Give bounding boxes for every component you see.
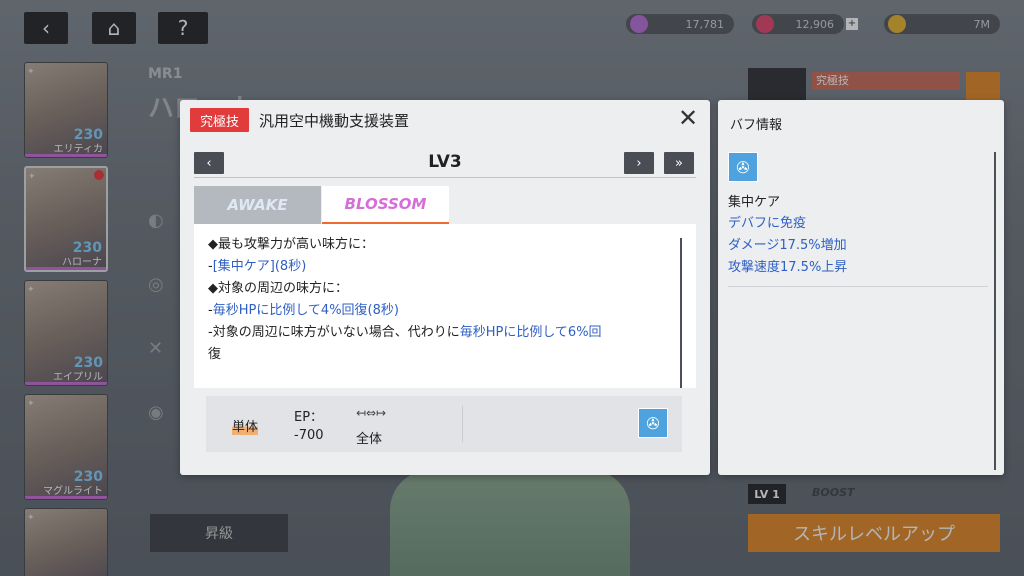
divider (728, 286, 988, 287)
buff-scrollbar[interactable] (994, 152, 996, 470)
tab-awake[interactable]: AWAKE (194, 186, 321, 224)
desc-line: -毎秒HPに比例して4%回復(8秒) (208, 303, 399, 318)
target-label: 単体 (232, 420, 259, 435)
tab-bar: AWAKE BLOSSOM (194, 186, 696, 224)
buff-effects: デバフに免疫 ダメージ17.5%増加 攻撃速度17.5%上昇 (728, 213, 847, 279)
level-title: LV3 (428, 152, 462, 172)
next-level-button[interactable]: › (624, 152, 654, 174)
desc-line: -対象の周辺に味方がいない場合、代わりに毎秒HPに比例して6%回 (208, 325, 602, 340)
skill-info-row: 単体 EP： -700 ↤⇔↦ 全体 ✇ (206, 396, 682, 452)
close-icon[interactable]: ✕ (676, 106, 700, 131)
buff-link[interactable]: [集中ケア](8秒) (213, 259, 307, 274)
skill-name: 汎用空中機動支援装置 (259, 111, 410, 130)
level-nav: ‹ LV3 › » (194, 152, 696, 178)
skill-description: ◆最も攻撃力が高い味方に： -[集中ケア](8秒) ◆対象の周辺の味方に： -毎… (194, 224, 696, 388)
buff-effect: デバフに免疫 (728, 216, 807, 231)
dialog-header: 究極技 汎用空中機動支援装置 ✕ (180, 100, 710, 140)
desc-line: ◆対象の周辺の味方に： (208, 281, 348, 296)
desc-line: ◆最も攻撃力が高い味方に： (208, 237, 374, 252)
fan-buff-icon: ✇ (728, 152, 758, 182)
buff-effect: 攻撃速度17.5%上昇 (728, 260, 848, 275)
desc-line: 復 (208, 347, 222, 362)
buff-effect: ダメージ17.5%増加 (728, 238, 847, 253)
buff-panel-title: バフ情報 (730, 118, 783, 133)
ep-label: EP： (294, 410, 324, 425)
buff-info-panel: バフ情報 ✇ 集中ケア デバフに免疫 ダメージ17.5%増加 攻撃速度17.5%… (718, 100, 1004, 475)
buff-name: 集中ケア (728, 195, 781, 210)
range-icon: ↤⇔↦ (356, 406, 387, 420)
divider (462, 406, 463, 442)
description-scrollbar[interactable] (680, 238, 682, 388)
tab-blossom[interactable]: BLOSSOM (322, 186, 449, 224)
max-level-button[interactable]: » (664, 152, 694, 174)
range-value: 全体 (356, 432, 383, 447)
desc-line: -[集中ケア](8秒) (208, 259, 307, 274)
ep-value: -700 (294, 428, 324, 443)
ultimate-tag: 究極技 (190, 108, 250, 132)
fan-buff-icon[interactable]: ✇ (638, 408, 668, 438)
skill-dialog: 究極技 汎用空中機動支援装置 ✕ ‹ LV3 › » AWAKE BLOSSOM… (180, 100, 710, 475)
